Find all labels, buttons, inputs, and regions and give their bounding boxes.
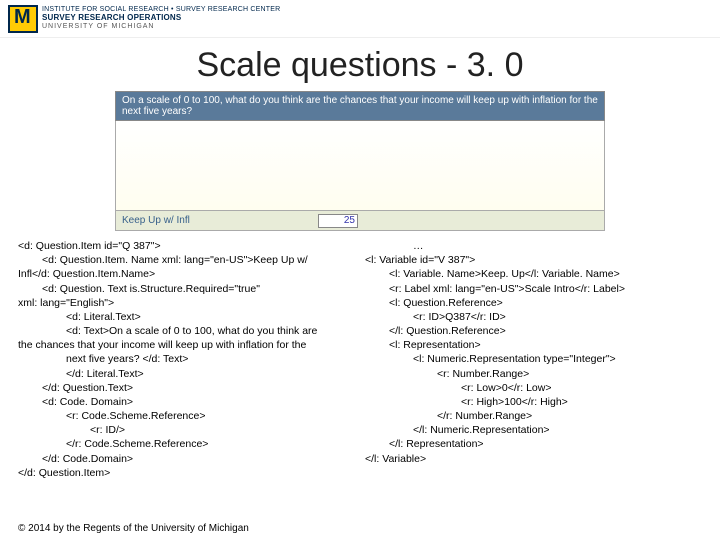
copyright: © 2014 by the Regents of the University … bbox=[18, 523, 249, 534]
code-columns: <d: Question.Item id="Q 387"><d: Questio… bbox=[0, 239, 720, 480]
code-line: </d: Question.Item> bbox=[18, 466, 355, 480]
code-line: </d: Literal.Text> bbox=[18, 367, 355, 381]
code-line: </l: Representation> bbox=[365, 437, 702, 451]
code-line: <d: Question. Text is.Structure.Required… bbox=[18, 282, 355, 296]
code-line: </l: Question.Reference> bbox=[365, 324, 702, 338]
code-line: <d: Code. Domain> bbox=[18, 395, 355, 409]
code-line: </r: Code.Scheme.Reference> bbox=[18, 437, 355, 451]
code-line: <r: Code.Scheme.Reference> bbox=[18, 409, 355, 423]
question-body bbox=[115, 121, 605, 211]
code-line: <r: ID>Q387</r: ID> bbox=[365, 310, 702, 324]
code-line: <l: Numeric.Representation type="Integer… bbox=[365, 352, 702, 366]
title-rest: questions - 3. 0 bbox=[282, 46, 524, 84]
code-line: <l: Variable id="V 387"> bbox=[365, 253, 702, 267]
title-strong: Scale bbox=[197, 46, 282, 84]
code-line: </r: Number.Range> bbox=[365, 409, 702, 423]
page-title: Scale questions - 3. 0 bbox=[0, 46, 720, 85]
code-line: <r: Number.Range> bbox=[365, 367, 702, 381]
code-line: <l: Variable. Name>Keep. Up</l: Variable… bbox=[365, 267, 702, 281]
logo-line2: SURVEY RESEARCH OPERATIONS bbox=[42, 14, 280, 23]
code-line: </l: Numeric.Representation> bbox=[365, 423, 702, 437]
code-line: </d: Code.Domain> bbox=[18, 452, 355, 466]
code-line: <l: Representation> bbox=[365, 338, 702, 352]
code-line: <d: Literal.Text> bbox=[18, 310, 355, 324]
code-line: </l: Variable> bbox=[365, 452, 702, 466]
code-line: <l: Question.Reference> bbox=[365, 296, 702, 310]
left-code-column: <d: Question.Item id="Q 387"><d: Questio… bbox=[18, 239, 355, 480]
code-line: … bbox=[365, 239, 702, 253]
survey-screenshot: On a scale of 0 to 100, what do you thin… bbox=[115, 91, 605, 231]
code-line: next five years? </d: Text> bbox=[18, 352, 355, 366]
logo-line3: UNIVERSITY OF MICHIGAN bbox=[42, 23, 280, 31]
right-code-column: …<l: Variable id="V 387"><l: Variable. N… bbox=[365, 239, 702, 480]
code-line: xml: lang="English"> bbox=[18, 296, 355, 310]
question-prompt: On a scale of 0 to 100, what do you thin… bbox=[115, 91, 605, 121]
code-line: <d: Question.Item. Name xml: lang="en-US… bbox=[18, 253, 355, 267]
code-line: Infl</d: Question.Item.Name> bbox=[18, 267, 355, 281]
code-line: </d: Question.Text> bbox=[18, 381, 355, 395]
code-line: <d: Text>On a scale of 0 to 100, what do… bbox=[18, 324, 355, 338]
michigan-logo bbox=[8, 5, 38, 33]
header-bar: INSTITUTE FOR SOCIAL RESEARCH • SURVEY R… bbox=[0, 0, 720, 38]
code-line: <r: Label xml: lang="en-US">Scale Intro<… bbox=[365, 282, 702, 296]
question-footer: Keep Up w/ Infl 25 bbox=[115, 211, 605, 231]
answer-input[interactable]: 25 bbox=[318, 214, 358, 228]
code-line: <r: High>100</r: High> bbox=[365, 395, 702, 409]
answer-label: Keep Up w/ Infl bbox=[118, 213, 318, 228]
code-line: <r: ID/> bbox=[18, 423, 355, 437]
code-line: <r: Low>0</r: Low> bbox=[365, 381, 702, 395]
code-line: <d: Question.Item id="Q 387"> bbox=[18, 239, 355, 253]
code-line: the chances that your income will keep u… bbox=[18, 338, 355, 352]
logo-text: INSTITUTE FOR SOCIAL RESEARCH • SURVEY R… bbox=[42, 6, 280, 30]
